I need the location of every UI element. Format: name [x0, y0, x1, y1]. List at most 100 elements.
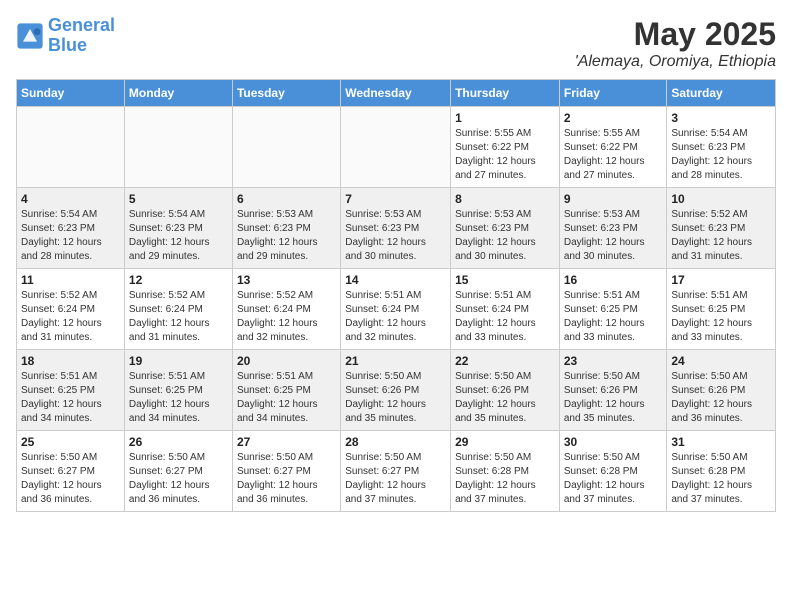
day-number: 24	[671, 354, 771, 368]
day-info: Sunrise: 5:50 AM Sunset: 6:26 PM Dayligh…	[345, 370, 446, 426]
day-info: Sunrise: 5:55 AM Sunset: 6:22 PM Dayligh…	[455, 127, 555, 183]
calendar-cell: 9 Sunrise: 5:53 AM Sunset: 6:23 PM Daylig…	[559, 188, 667, 269]
logo: General Blue	[16, 16, 115, 56]
col-header-monday: Monday	[124, 80, 232, 107]
day-info: Sunrise: 5:50 AM Sunset: 6:28 PM Dayligh…	[564, 451, 663, 507]
day-info: Sunrise: 5:54 AM Sunset: 6:23 PM Dayligh…	[671, 127, 771, 183]
calendar-cell	[341, 107, 451, 188]
day-number: 8	[455, 192, 555, 206]
calendar-cell: 30 Sunrise: 5:50 AM Sunset: 6:28 PM Dayli…	[559, 431, 667, 512]
calendar-header-row: SundayMondayTuesdayWednesdayThursdayFrid…	[17, 80, 776, 107]
calendar-week-row: 25Sunrise: 5:50 AM Sunset: 6:27 PM Dayli…	[17, 431, 776, 512]
day-info: Sunrise: 5:52 AM Sunset: 6:24 PM Dayligh…	[237, 289, 336, 345]
day-number: 3	[671, 111, 771, 125]
day-number: 9	[564, 192, 663, 206]
month-year: May 2025	[575, 16, 776, 53]
calendar-cell: 4 Sunrise: 5:54 AM Sunset: 6:23 PM Daylig…	[17, 188, 125, 269]
day-info: Sunrise: 5:50 AM Sunset: 6:28 PM Dayligh…	[455, 451, 555, 507]
day-info: Sunrise: 5:53 AM Sunset: 6:23 PM Dayligh…	[564, 208, 663, 264]
day-number: 6	[237, 192, 336, 206]
calendar-week-row: 1 Sunrise: 5:55 AM Sunset: 6:22 PM Daylig…	[17, 107, 776, 188]
calendar-cell: 13 Sunrise: 5:52 AM Sunset: 6:24 PM Dayli…	[232, 269, 340, 350]
calendar-cell: 5 Sunrise: 5:54 AM Sunset: 6:23 PM Daylig…	[124, 188, 232, 269]
col-header-wednesday: Wednesday	[341, 80, 451, 107]
calendar-cell: 27 Sunrise: 5:50 AM Sunset: 6:27 PM Dayli…	[232, 431, 340, 512]
day-info: Sunrise: 5:52 AM Sunset: 6:24 PM Dayligh…	[21, 289, 120, 345]
day-number: 7	[345, 192, 446, 206]
day-number: 5	[129, 192, 228, 206]
calendar-cell	[124, 107, 232, 188]
calendar-cell: 28Sunrise: 5:50 AM Sunset: 6:27 PM Dayli…	[341, 431, 451, 512]
logo-line2: Blue	[48, 35, 87, 55]
calendar-cell: 12 Sunrise: 5:52 AM Sunset: 6:24 PM Dayli…	[124, 269, 232, 350]
calendar-week-row: 18Sunrise: 5:51 AM Sunset: 6:25 PM Dayli…	[17, 350, 776, 431]
calendar-cell: 2 Sunrise: 5:55 AM Sunset: 6:22 PM Daylig…	[559, 107, 667, 188]
day-number: 1	[455, 111, 555, 125]
day-info: Sunrise: 5:50 AM Sunset: 6:27 PM Dayligh…	[345, 451, 446, 507]
day-info: Sunrise: 5:52 AM Sunset: 6:24 PM Dayligh…	[129, 289, 228, 345]
day-number: 10	[671, 192, 771, 206]
logo-icon	[16, 22, 44, 50]
col-header-friday: Friday	[559, 80, 667, 107]
day-number: 11	[21, 273, 120, 287]
day-info: Sunrise: 5:55 AM Sunset: 6:22 PM Dayligh…	[564, 127, 663, 183]
calendar-cell	[17, 107, 125, 188]
day-number: 16	[564, 273, 663, 287]
calendar-cell: 14 Sunrise: 5:51 AM Sunset: 6:24 PM Dayli…	[341, 269, 451, 350]
day-number: 29	[455, 435, 555, 449]
calendar-cell: 17Sunrise: 5:51 AM Sunset: 6:25 PM Dayli…	[667, 269, 776, 350]
day-info: Sunrise: 5:54 AM Sunset: 6:23 PM Dayligh…	[21, 208, 120, 264]
col-header-thursday: Thursday	[451, 80, 560, 107]
calendar-cell: 10 Sunrise: 5:52 AM Sunset: 6:23 PM Dayli…	[667, 188, 776, 269]
day-number: 12	[129, 273, 228, 287]
day-info: Sunrise: 5:52 AM Sunset: 6:23 PM Dayligh…	[671, 208, 771, 264]
calendar-week-row: 11 Sunrise: 5:52 AM Sunset: 6:24 PM Dayli…	[17, 269, 776, 350]
calendar-cell: 19 Sunrise: 5:51 AM Sunset: 6:25 PM Dayli…	[124, 350, 232, 431]
day-info: Sunrise: 5:53 AM Sunset: 6:23 PM Dayligh…	[345, 208, 446, 264]
day-info: Sunrise: 5:54 AM Sunset: 6:23 PM Dayligh…	[129, 208, 228, 264]
day-info: Sunrise: 5:51 AM Sunset: 6:24 PM Dayligh…	[345, 289, 446, 345]
calendar-cell: 25Sunrise: 5:50 AM Sunset: 6:27 PM Dayli…	[17, 431, 125, 512]
day-info: Sunrise: 5:50 AM Sunset: 6:27 PM Dayligh…	[21, 451, 120, 507]
day-number: 27	[237, 435, 336, 449]
calendar-cell: 7 Sunrise: 5:53 AM Sunset: 6:23 PM Daylig…	[341, 188, 451, 269]
logo-text: General Blue	[48, 16, 115, 56]
day-number: 14	[345, 273, 446, 287]
calendar-cell: 26Sunrise: 5:50 AM Sunset: 6:27 PM Dayli…	[124, 431, 232, 512]
calendar-cell: 21Sunrise: 5:50 AM Sunset: 6:26 PM Dayli…	[341, 350, 451, 431]
calendar-cell: 23Sunrise: 5:50 AM Sunset: 6:26 PM Dayli…	[559, 350, 667, 431]
col-header-sunday: Sunday	[17, 80, 125, 107]
calendar-cell: 1 Sunrise: 5:55 AM Sunset: 6:22 PM Daylig…	[451, 107, 560, 188]
day-number: 20	[237, 354, 336, 368]
day-number: 23	[564, 354, 663, 368]
day-number: 13	[237, 273, 336, 287]
day-info: Sunrise: 5:50 AM Sunset: 6:28 PM Dayligh…	[671, 451, 771, 507]
day-number: 19	[129, 354, 228, 368]
day-info: Sunrise: 5:51 AM Sunset: 6:24 PM Dayligh…	[455, 289, 555, 345]
page-header: General Blue May 2025 'Alemaya, Oromiya,…	[16, 16, 776, 71]
logo-line1: General	[48, 15, 115, 35]
calendar-cell: 22Sunrise: 5:50 AM Sunset: 6:26 PM Dayli…	[451, 350, 560, 431]
col-header-tuesday: Tuesday	[232, 80, 340, 107]
calendar-cell: 11 Sunrise: 5:52 AM Sunset: 6:24 PM Dayli…	[17, 269, 125, 350]
calendar-week-row: 4 Sunrise: 5:54 AM Sunset: 6:23 PM Daylig…	[17, 188, 776, 269]
day-info: Sunrise: 5:51 AM Sunset: 6:25 PM Dayligh…	[21, 370, 120, 426]
day-number: 2	[564, 111, 663, 125]
day-number: 4	[21, 192, 120, 206]
day-info: Sunrise: 5:51 AM Sunset: 6:25 PM Dayligh…	[129, 370, 228, 426]
title-block: May 2025 'Alemaya, Oromiya, Ethiopia	[575, 16, 776, 71]
calendar-cell: 18Sunrise: 5:51 AM Sunset: 6:25 PM Dayli…	[17, 350, 125, 431]
day-number: 15	[455, 273, 555, 287]
day-info: Sunrise: 5:50 AM Sunset: 6:27 PM Dayligh…	[237, 451, 336, 507]
calendar-cell: 16Sunrise: 5:51 AM Sunset: 6:25 PM Dayli…	[559, 269, 667, 350]
calendar-cell: 20Sunrise: 5:51 AM Sunset: 6:25 PM Dayli…	[232, 350, 340, 431]
calendar-cell: 8Sunrise: 5:53 AM Sunset: 6:23 PM Daylig…	[451, 188, 560, 269]
day-number: 30	[564, 435, 663, 449]
day-info: Sunrise: 5:50 AM Sunset: 6:26 PM Dayligh…	[455, 370, 555, 426]
day-number: 31	[671, 435, 771, 449]
calendar-cell: 29 Sunrise: 5:50 AM Sunset: 6:28 PM Dayli…	[451, 431, 560, 512]
calendar-cell: 31 Sunrise: 5:50 AM Sunset: 6:28 PM Dayli…	[667, 431, 776, 512]
calendar-cell	[232, 107, 340, 188]
calendar-cell: 3 Sunrise: 5:54 AM Sunset: 6:23 PM Daylig…	[667, 107, 776, 188]
calendar-cell: 24Sunrise: 5:50 AM Sunset: 6:26 PM Dayli…	[667, 350, 776, 431]
